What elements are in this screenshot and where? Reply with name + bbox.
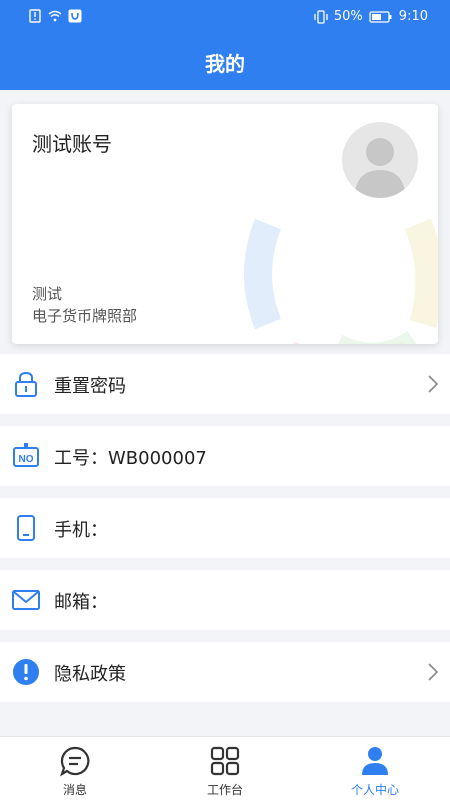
- employee-id-row: NO 工号：WB000007: [0, 426, 450, 486]
- profile-card: 测试账号 测试 电子货币牌照部: [12, 104, 438, 344]
- privacy-policy-row[interactable]: 隐私政策: [0, 642, 450, 702]
- exclamation-icon: [13, 659, 39, 685]
- grid-icon: [210, 746, 240, 776]
- tab-messages[interactable]: 消息: [0, 737, 150, 801]
- department-line-1: 测试: [32, 285, 63, 303]
- vibrate-icon: [314, 9, 328, 24]
- alert-icon: [29, 9, 41, 23]
- tab-messages-label: 消息: [62, 783, 87, 797]
- svg-text:NO: NO: [19, 454, 34, 465]
- page-title: 我的: [205, 52, 245, 76]
- card-decoration: [244, 218, 438, 344]
- clock: 9:10: [398, 9, 428, 24]
- id-badge-icon: NO: [13, 443, 39, 467]
- bottom-nav: 消息 工作台 个人中心: [0, 736, 450, 801]
- privacy-policy-label: 隐私政策: [54, 664, 126, 685]
- app-notification-icon: [68, 9, 82, 23]
- phone-icon: [17, 515, 35, 541]
- chevron-right-icon: [428, 375, 439, 393]
- chevron-right-icon: [428, 663, 439, 681]
- app-header: 50% 9:10 我的: [0, 0, 450, 90]
- chat-bubble-icon: [60, 746, 90, 777]
- email-row: 邮箱：: [0, 570, 450, 630]
- tab-profile[interactable]: 个人中心: [300, 737, 450, 801]
- tab-workbench-label: 工作台: [206, 783, 243, 797]
- status-right: 50% 9:10: [314, 9, 428, 24]
- person-icon: [362, 747, 388, 775]
- department-line-2: 电子货币牌照部: [32, 307, 138, 325]
- account-name: 测试账号: [32, 132, 112, 156]
- employee-id-label: 工号：WB000007: [54, 448, 207, 469]
- wifi-icon: [48, 10, 62, 22]
- lock-icon: [15, 371, 37, 397]
- avatar[interactable]: [342, 122, 418, 198]
- battery-icon: [369, 10, 392, 23]
- phone-label: 手机：: [54, 520, 108, 541]
- battery-percent: 50%: [333, 9, 363, 24]
- user-silhouette-icon: [354, 138, 406, 198]
- email-label: 邮箱：: [54, 592, 108, 613]
- settings-list: 重置密码 NO 工号：WB000007 手机： 邮箱： 隐私政策: [0, 354, 450, 714]
- status-left: [28, 9, 82, 23]
- phone-row: 手机：: [0, 498, 450, 558]
- status-bar: 50% 9:10: [0, 0, 450, 36]
- reset-password-label: 重置密码: [54, 376, 126, 397]
- reset-password-row[interactable]: 重置密码: [0, 354, 450, 414]
- tab-workbench[interactable]: 工作台: [150, 737, 300, 801]
- mail-icon: [12, 590, 40, 610]
- tab-profile-label: 个人中心: [350, 783, 399, 797]
